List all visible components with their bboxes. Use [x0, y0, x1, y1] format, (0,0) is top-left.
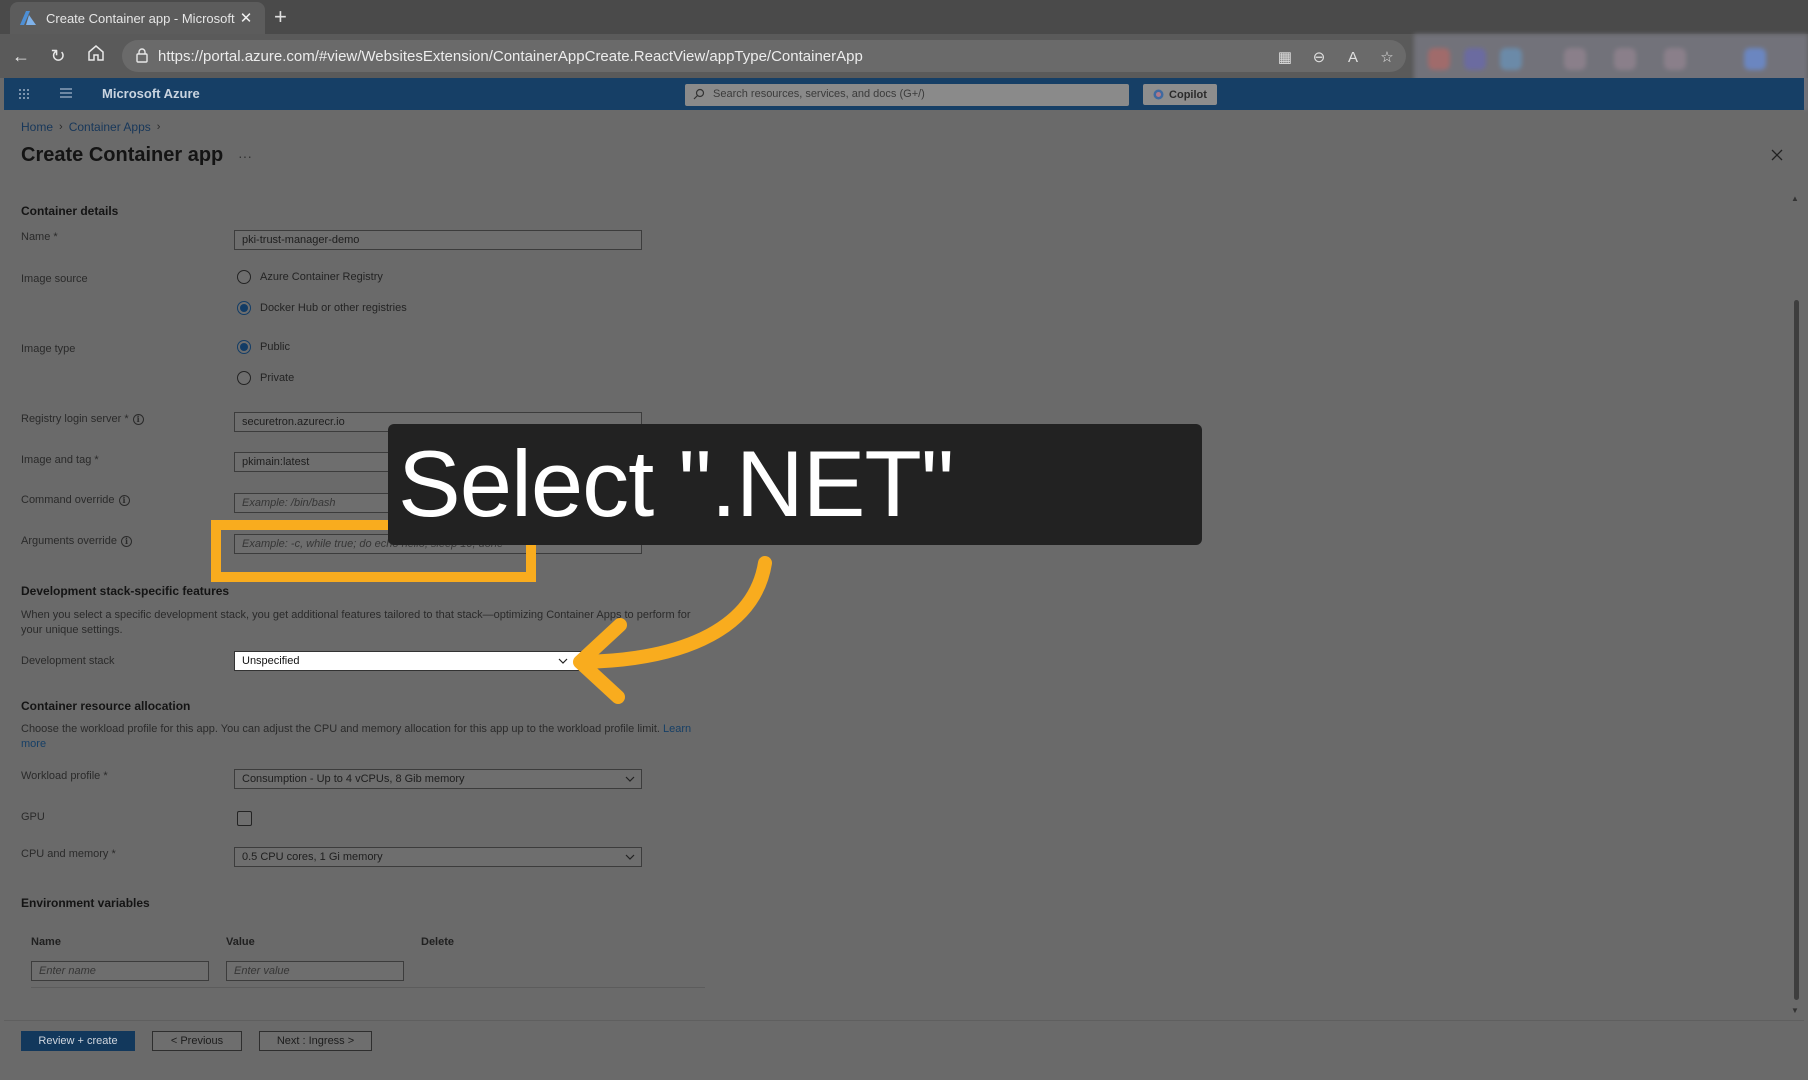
browser-tab-bar: Create Container app - Microsoft ✕ + — [0, 0, 1808, 34]
previous-button[interactable]: < Previous — [152, 1031, 242, 1051]
name-input[interactable]: pki-trust-manager-demo — [234, 230, 642, 250]
refresh-icon[interactable]: ↻ — [46, 44, 70, 68]
page-title: Create Container app — [21, 144, 224, 166]
dev-stack-heading: Development stack-specific features — [21, 584, 230, 598]
env-name-input[interactable]: Enter name — [31, 961, 209, 981]
dev-stack-dropdown[interactable]: Unspecified — [234, 651, 594, 671]
radio-azure-container-registry[interactable]: Azure Container Registry — [237, 270, 383, 284]
split-screen-icon[interactable]: ▦ — [1274, 47, 1296, 69]
app-launcher-icon[interactable] — [18, 88, 30, 100]
back-icon[interactable]: ← — [9, 44, 33, 68]
global-search-input[interactable]: Search resources, services, and docs (G+… — [685, 84, 1129, 106]
arguments-override-label: Arguments override i — [21, 535, 132, 547]
new-tab-icon[interactable]: + — [274, 4, 287, 30]
browser-tab[interactable]: Create Container app - Microsoft ✕ — [10, 2, 265, 34]
radio-button-selected[interactable] — [237, 301, 251, 315]
cpu-memory-value: 0.5 CPU cores, 1 Gi memory — [242, 851, 383, 863]
radio-public[interactable]: Public — [237, 340, 290, 354]
image-type-label: Image type — [21, 343, 76, 355]
breadcrumb-home[interactable]: Home — [21, 120, 53, 134]
close-icon[interactable] — [1770, 148, 1784, 162]
resource-allocation-description: Choose the workload profile for this app… — [21, 723, 692, 750]
read-aloud-icon[interactable]: A — [1342, 47, 1364, 69]
footer-bar: Review + create < Previous Next : Ingres… — [4, 1020, 1804, 1078]
azure-top-bar: Microsoft Azure Search resources, servic… — [4, 78, 1804, 110]
chevron-right-icon: › — [156, 121, 161, 133]
breadcrumb-container-apps[interactable]: Container Apps — [69, 120, 151, 134]
radio-button[interactable] — [237, 270, 251, 284]
search-icon — [693, 88, 705, 100]
azure-brand[interactable]: Microsoft Azure — [102, 86, 200, 101]
azure-logo-icon — [20, 10, 36, 26]
env-value-input[interactable]: Enter value — [226, 961, 404, 981]
next-ingress-button[interactable]: Next : Ingress > — [259, 1031, 372, 1051]
zoom-icon[interactable]: ⊖ — [1308, 47, 1330, 69]
container-details-heading: Container details — [21, 204, 119, 218]
search-placeholder: Search resources, services, and docs (G+… — [713, 88, 925, 100]
instruction-callout: Select ".NET" — [388, 424, 1202, 545]
scroll-down-icon[interactable]: ▼ — [1791, 1006, 1799, 1015]
breadcrumb: Home › Container Apps › — [21, 120, 160, 134]
review-create-button[interactable]: Review + create — [21, 1031, 135, 1051]
copilot-button[interactable]: Copilot — [1143, 84, 1217, 105]
url-field[interactable]: https://portal.azure.com/#view/WebsitesE… — [122, 40, 1406, 72]
radio-docker-hub[interactable]: Docker Hub or other registries — [237, 301, 407, 315]
menu-icon[interactable] — [59, 87, 73, 99]
home-icon[interactable] — [84, 44, 108, 68]
workload-profile-dropdown[interactable]: Consumption - Up to 4 vCPUs, 8 Gib memor… — [234, 769, 642, 789]
radio-button[interactable] — [237, 371, 251, 385]
copilot-label: Copilot — [1169, 88, 1207, 101]
pointer-arrow-icon — [573, 556, 772, 704]
chevron-down-icon — [625, 852, 635, 862]
command-override-label: Command override i — [21, 494, 130, 506]
name-label: Name * — [21, 231, 58, 243]
divider — [31, 987, 705, 988]
env-column-value: Value — [226, 936, 255, 948]
radio-label: Private — [260, 372, 295, 384]
info-icon[interactable]: i — [132, 413, 144, 425]
workload-profile-value: Consumption - Up to 4 vCPUs, 8 Gib memor… — [242, 773, 465, 785]
workload-profile-label: Workload profile * — [21, 770, 108, 782]
favorite-icon[interactable]: ☆ — [1376, 47, 1398, 69]
create-container-app-page: Home › Container Apps › Create Container… — [4, 110, 1804, 1078]
gpu-checkbox[interactable] — [237, 811, 252, 826]
scrollbar-thumb[interactable] — [1794, 300, 1799, 1000]
radio-button-selected[interactable] — [237, 340, 251, 354]
cpu-memory-dropdown[interactable]: 0.5 CPU cores, 1 Gi memory — [234, 847, 642, 867]
gpu-label: GPU — [21, 811, 45, 823]
env-vars-heading: Environment variables — [21, 896, 150, 910]
env-column-name: Name — [31, 936, 61, 948]
image-source-label: Image source — [21, 273, 88, 285]
dev-stack-label: Development stack — [21, 655, 115, 667]
instruction-text: Select ".NET" — [398, 431, 954, 536]
more-options-button[interactable]: ··· — [238, 148, 252, 164]
env-column-delete: Delete — [421, 936, 455, 948]
registry-login-server-label: Registry login server * i — [21, 413, 144, 425]
lock-icon[interactable] — [134, 47, 152, 65]
scroll-up-icon[interactable]: ▲ — [1791, 194, 1799, 203]
chevron-down-icon — [625, 774, 635, 784]
copilot-icon — [1153, 89, 1164, 100]
close-tab-icon[interactable]: ✕ — [237, 9, 255, 27]
radio-label: Azure Container Registry — [260, 271, 383, 283]
resource-allocation-heading: Container resource allocation — [21, 699, 191, 713]
info-icon[interactable]: i — [121, 535, 132, 547]
browser-tab-title: Create Container app - Microsoft — [46, 10, 235, 26]
radio-label: Docker Hub or other registries — [260, 302, 407, 314]
radio-label: Public — [260, 341, 290, 353]
chevron-right-icon: › — [59, 121, 63, 133]
info-icon[interactable]: i — [118, 494, 130, 506]
image-and-tag-label: Image and tag * — [21, 454, 99, 466]
cpu-memory-label: CPU and memory * — [21, 848, 116, 860]
url-text: https://portal.azure.com/#view/WebsitesE… — [158, 48, 863, 65]
radio-private[interactable]: Private — [237, 371, 294, 385]
